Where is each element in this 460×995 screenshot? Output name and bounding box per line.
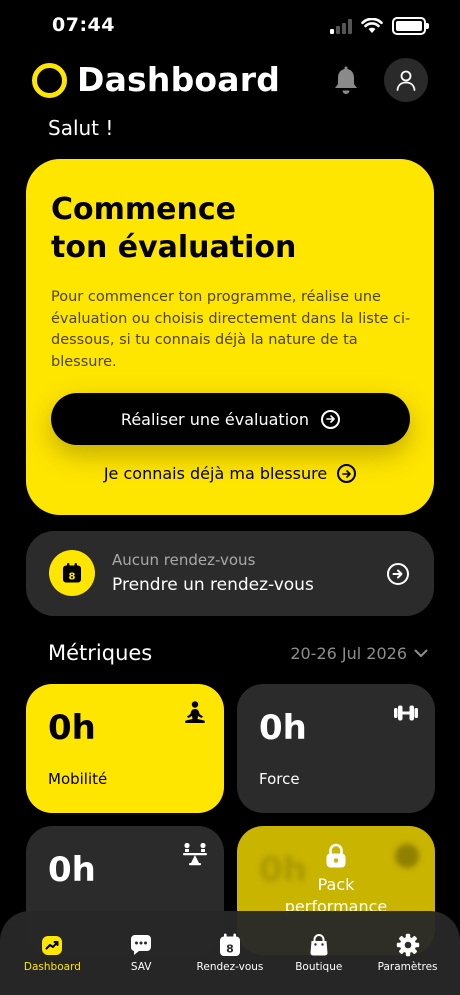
wifi-icon <box>361 18 383 33</box>
evaluation-card: Commence ton évaluation Pour commencer t… <box>26 159 434 515</box>
metric-card-mobility[interactable]: 0h Mobilité <box>26 684 224 813</box>
evaluation-title-line-1: Commence <box>51 192 236 227</box>
arrow-right-icon <box>387 563 409 585</box>
status-icons <box>330 17 429 35</box>
known-injury-link[interactable]: Je connais déjà ma blessure <box>26 464 434 483</box>
profile-button[interactable] <box>384 58 428 102</box>
appointment-card[interactable]: 8 Aucun rendez-vous Prendre un rendez-vo… <box>26 531 434 616</box>
notification-bell-icon[interactable] <box>332 66 360 96</box>
date-range-label: 20-26 Jul 2026 <box>290 644 407 663</box>
evaluation-description: Pour commencer ton programme, réalise un… <box>51 289 411 370</box>
lock-icon <box>326 843 346 868</box>
chevron-down-icon <box>414 649 428 657</box>
bottom-navigation: Dashboard SAV 8 Rendez-vous Boutique Par… <box>0 911 460 995</box>
known-injury-label: Je connais déjà ma blessure <box>103 464 328 483</box>
greeting: Salut ! <box>48 116 114 140</box>
metric-card-force[interactable]: 0h Force <box>237 684 435 813</box>
metric-label: Force <box>259 770 300 788</box>
metric-label: Mobilité <box>48 770 108 788</box>
shopping-bag-icon <box>310 934 328 956</box>
calendar-icon: 8 <box>219 933 240 956</box>
logo-icon <box>32 63 67 98</box>
date-range-selector[interactable]: 20-26 Jul 2026 <box>290 644 428 663</box>
nav-label: Paramètres <box>377 961 438 973</box>
balance-icon <box>183 842 207 866</box>
nav-item-dashboard[interactable]: Dashboard <box>9 911 95 995</box>
cellular-signal-icon <box>330 18 352 34</box>
nav-item-parametres[interactable]: Paramètres <box>365 911 451 995</box>
arrow-right-icon <box>337 464 357 483</box>
book-appointment-label: Prendre un rendez-vous <box>112 575 314 595</box>
nav-label: Dashboard <box>23 961 81 973</box>
calendar-day: 8 <box>69 572 76 583</box>
pack-label-line-1: Pack <box>317 875 355 894</box>
calendar-badge: 8 <box>49 550 95 596</box>
metrics-title: Métriques <box>48 641 153 665</box>
meditation-icon <box>185 701 205 723</box>
chat-icon <box>131 935 152 955</box>
calendar-icon: 8 <box>63 563 81 583</box>
start-evaluation-label: Réaliser une évaluation <box>120 409 310 429</box>
metric-value: 0h <box>259 708 307 748</box>
user-icon <box>396 70 416 91</box>
start-evaluation-button[interactable]: Réaliser une évaluation <box>51 393 410 445</box>
nav-item-rendez-vous[interactable]: 8 Rendez-vous <box>187 911 273 995</box>
status-time: 07:44 <box>52 14 115 36</box>
chart-icon <box>42 936 63 955</box>
gear-icon <box>396 933 419 957</box>
metric-value: 0h <box>48 850 96 890</box>
nav-label: SAV <box>130 961 152 973</box>
appointment-status: Aucun rendez-vous <box>112 551 256 569</box>
header: Dashboard <box>30 58 430 104</box>
evaluation-title-line-2: ton évaluation <box>51 230 297 265</box>
arrow-right-icon <box>321 409 341 429</box>
battery-icon <box>392 17 429 35</box>
dumbbell-icon <box>394 705 418 721</box>
page-title: Dashboard <box>77 60 281 99</box>
calendar-day: 8 <box>226 943 234 956</box>
nav-label: Boutique <box>295 961 343 973</box>
blurred-icon <box>395 844 419 868</box>
nav-item-sav[interactable]: SAV <box>98 911 184 995</box>
nav-label: Rendez-vous <box>196 961 264 973</box>
nav-item-boutique[interactable]: Boutique <box>276 911 362 995</box>
status-bar: 07:44 <box>0 0 460 56</box>
evaluation-title: Commence ton évaluation <box>51 191 411 267</box>
metric-value: 0h <box>48 708 96 748</box>
